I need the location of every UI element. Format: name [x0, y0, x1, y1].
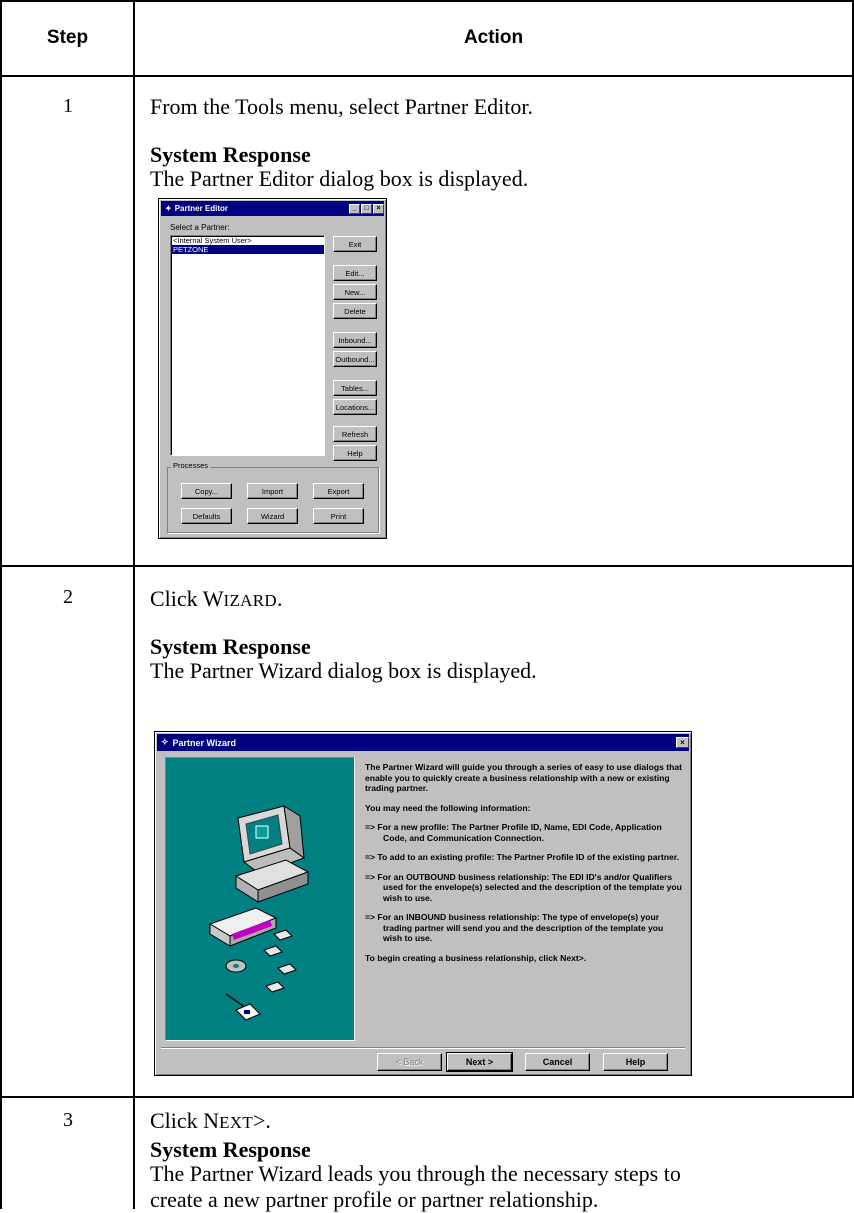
step-2-response-heading: System Response	[150, 634, 311, 659]
partner-wizard-title: Partner Wizard	[172, 737, 236, 748]
step-3-action: Click NEXT>.	[150, 1108, 271, 1133]
partner-editor-dialog: ✦ Partner Editor _ □ × Select a Partner:…	[158, 198, 387, 539]
wizard-intro: The Partner Wizard will guide you throug…	[365, 762, 682, 793]
step-1-response-text: The Partner Editor dialog box is display…	[150, 166, 529, 191]
button-separator	[161, 1047, 685, 1049]
partner-listbox[interactable]: <Internal System User> PETZONE	[170, 235, 325, 456]
next-button[interactable]: Next >	[446, 1052, 513, 1072]
wizard-item-new-profile: => For a new profile: The Partner Profil…	[365, 822, 662, 843]
wizard-item-outbound: => For an OUTBOUND business relationship…	[365, 871, 682, 903]
step-number-3: 3	[63, 1109, 73, 1131]
document-icon	[225, 993, 261, 1021]
maximize-icon[interactable]: □	[361, 203, 372, 214]
partner-editor-title: Partner Editor	[174, 204, 229, 213]
defaults-button[interactable]: Defaults	[181, 508, 232, 524]
wizard-item-inbound: => For an INBOUND business relationship:…	[365, 912, 664, 943]
copy-button[interactable]: Copy...	[181, 483, 232, 499]
select-partner-label: Select a Partner:	[170, 223, 230, 232]
list-item[interactable]: <Internal System User>	[171, 236, 324, 245]
computer-icon	[234, 805, 310, 903]
partner-editor-titlebar: ✦ Partner Editor _ □ ×	[161, 201, 384, 216]
header-action: Action	[463, 27, 524, 48]
partner-wizard-titlebar: ✧ Partner Wizard ×	[157, 734, 689, 751]
step-3-response-heading: System Response	[150, 1137, 311, 1162]
close-icon[interactable]: ×	[373, 203, 384, 214]
wizard-item-existing-profile: => To add to an existing profile: The Pa…	[365, 852, 680, 862]
list-item-selected[interactable]: PETZONE	[171, 245, 324, 254]
help-button[interactable]: Help	[333, 445, 377, 461]
wizard-illustration	[165, 757, 355, 1041]
wizard-need-info: You may need the following information:	[365, 802, 531, 813]
refresh-button[interactable]: Refresh	[333, 426, 377, 442]
step-1-response-heading: System Response	[150, 142, 311, 167]
wizard-instructions: The Partner Wizard will guide you throug…	[365, 762, 683, 972]
processes-label: Processes	[171, 461, 211, 470]
step-1-action: From the Tools menu, select Partner Edit…	[150, 94, 533, 119]
back-button[interactable]: < Back	[377, 1053, 442, 1071]
step-number-1: 1	[63, 95, 73, 117]
drive-icon	[208, 907, 278, 947]
row-divider-2	[0, 1096, 854, 1098]
step-3-response-text: The Partner Wizard leads you through the…	[150, 1161, 681, 1186]
wizard-button[interactable]: Wizard	[247, 508, 298, 524]
cancel-button[interactable]: Cancel	[525, 1053, 590, 1071]
print-button[interactable]: Print	[313, 508, 364, 524]
step-2-response-text: The Partner Wizard dialog box is display…	[150, 658, 537, 683]
minimize-icon[interactable]: _	[349, 203, 360, 214]
partner-wizard-dialog: ✧ Partner Wizard × The Partner Wizard wi…	[154, 731, 692, 1076]
tables-button[interactable]: Tables...	[333, 380, 377, 396]
wizard-footer: To begin creating a business relationshi…	[365, 952, 587, 963]
exit-button[interactable]: Exit	[333, 236, 377, 252]
row-divider-1	[0, 565, 854, 567]
wizard-icon: ✧	[161, 737, 169, 747]
step-2-action: Click WIZARD.	[150, 586, 283, 611]
inbound-button[interactable]: Inbound...	[333, 332, 377, 348]
outbound-button[interactable]: Outbound...	[333, 351, 377, 367]
app-icon: ✦	[165, 204, 172, 213]
edit-button[interactable]: Edit...	[333, 265, 377, 281]
delete-button[interactable]: Delete	[333, 303, 377, 319]
cd-icon	[225, 959, 247, 973]
close-icon[interactable]: ×	[676, 737, 689, 748]
new-button[interactable]: New...	[333, 284, 377, 300]
export-button[interactable]: Export	[313, 483, 364, 499]
floppy-disk-icons	[263, 929, 297, 993]
header-step: Step	[46, 27, 89, 48]
step-number-2: 2	[63, 586, 73, 608]
locations-button[interactable]: Locations...	[333, 399, 377, 415]
computer-disk-illustration	[208, 805, 310, 1021]
help-button[interactable]: Help	[603, 1053, 668, 1071]
import-button[interactable]: Import	[247, 483, 298, 499]
